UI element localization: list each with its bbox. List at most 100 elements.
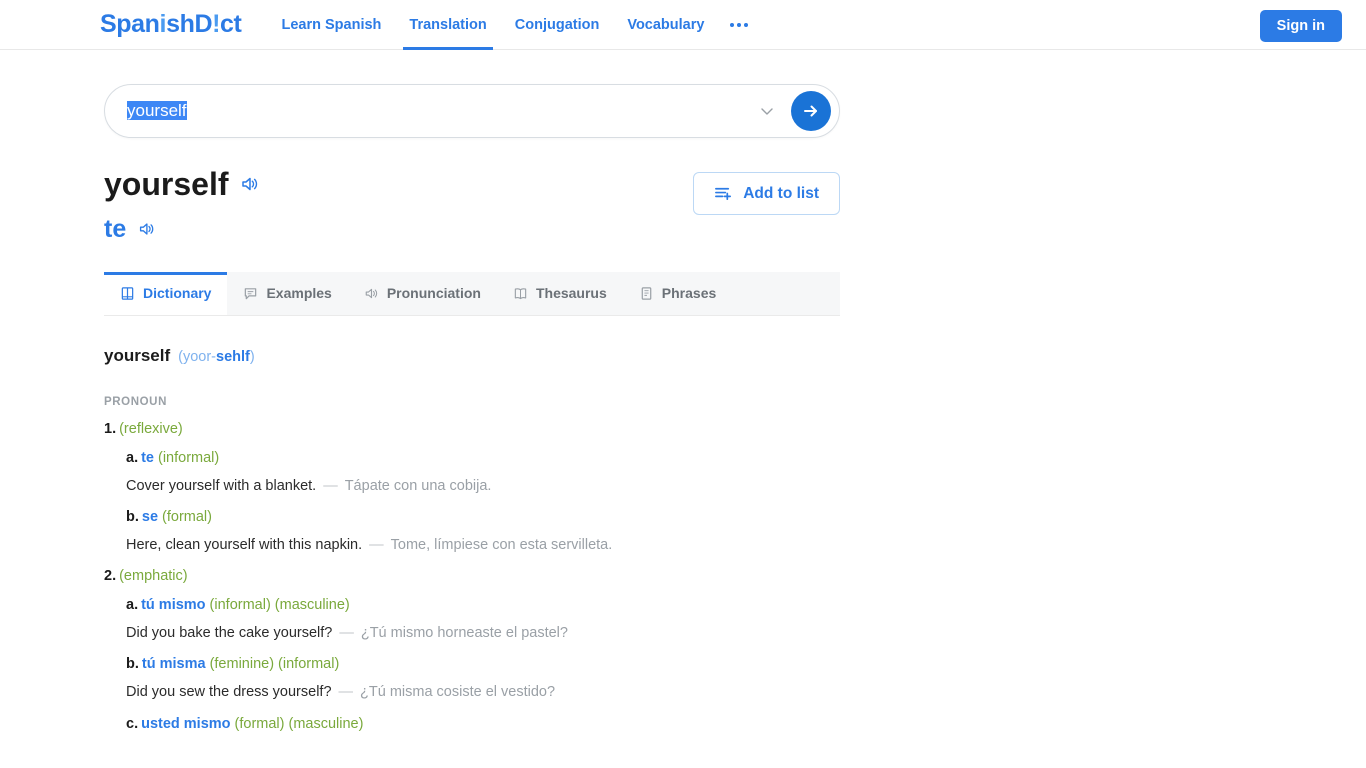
subsense-heading: a. te (informal) xyxy=(126,450,864,466)
speech-bubble-icon xyxy=(245,287,257,299)
nav-label: Vocabulary xyxy=(627,16,705,33)
nav-label: Translation xyxy=(409,16,487,33)
sense-block: 1. (reflexive) a. te (informal) Cover yours… xyxy=(104,421,864,556)
example-english: Cover yourself with a blanket. xyxy=(126,477,317,494)
headword-english: yourself xyxy=(104,166,693,203)
sense-heading: 1. (reflexive) xyxy=(104,421,864,437)
subsense-heading: a. tú mismo (informal) (masculine) xyxy=(126,597,864,613)
subsense-heading: c. usted mismo (formal) (masculine) xyxy=(126,716,864,732)
subsense-heading: b. tú misma (feminine) (informal) xyxy=(126,656,864,672)
sense-number: 1. xyxy=(104,420,117,437)
example-dash: — xyxy=(339,625,354,642)
search-submit-button[interactable] xyxy=(791,91,831,131)
example-spanish: ¿Tú misma cosiste el vestido? xyxy=(360,684,556,701)
example-spanish: ¿Tú mismo horneaste el pastel? xyxy=(360,625,568,642)
tab-label: Phrases xyxy=(661,285,717,302)
sign-in-button[interactable]: Sign in xyxy=(1259,10,1342,42)
example-dash: — xyxy=(323,477,338,494)
tab-thesaurus[interactable]: Thesaurus xyxy=(497,272,623,315)
add-to-list-label: Add to list xyxy=(743,184,819,202)
tab-phrases[interactable]: Phrases xyxy=(623,272,732,315)
subsense-letter: a. xyxy=(126,449,139,466)
example-dash: — xyxy=(338,684,354,701)
subsense-letter: b. xyxy=(126,508,139,525)
speaker-icon xyxy=(365,288,377,298)
tab-label: Examples xyxy=(266,285,332,302)
sense-number: 2. xyxy=(104,568,117,585)
subsense-translation[interactable]: tú mismo xyxy=(141,597,205,613)
headword-spanish: te xyxy=(104,215,693,244)
pron-open: (yoor- xyxy=(178,348,217,365)
subsense-register: (informal) (masculine) xyxy=(209,597,350,614)
sense-context: (emphatic) xyxy=(119,568,188,585)
part-of-speech-label: PRONOUN xyxy=(104,395,167,408)
chevron-down-icon[interactable] xyxy=(759,103,775,119)
subsense-block: a. tú mismo (informal) (masculine) Did you… xyxy=(104,597,864,643)
example-row: Did you sew the dress yourself? — ¿Tú mism… xyxy=(126,682,864,702)
subsense-register: (informal) xyxy=(158,449,220,466)
search-bar[interactable]: yourself xyxy=(104,84,840,138)
tab-label: Thesaurus xyxy=(535,285,607,302)
subsense-block: b. tú misma (feminine) (informal) Did you … xyxy=(104,656,864,702)
sense-block: 2. (emphatic) a. tú mismo (informal) (mascu… xyxy=(104,568,864,732)
subsense-block: a. te (informal) Cover yourself with a bla… xyxy=(104,450,864,496)
subsense-translation[interactable]: se xyxy=(142,509,158,525)
headword-english-text: yourself xyxy=(104,166,229,202)
main-navigation: Learn Spanish Translation Conjugation Vo… xyxy=(267,0,760,50)
tab-dictionary[interactable]: Dictionary xyxy=(104,271,228,315)
nav-label: Learn Spanish xyxy=(281,16,382,33)
subsense-translation[interactable]: te xyxy=(141,450,154,466)
content-tabs: Dictionary Examples Pronunciation Thesau… xyxy=(104,271,840,316)
subsense-heading: b. se (formal) xyxy=(126,509,864,525)
page-content: yourself yourself te Add to list Diction… xyxy=(0,84,1366,732)
search-input[interactable]: yourself xyxy=(127,101,759,121)
entry-pronunciation: (yoor-sehlf) xyxy=(178,349,255,365)
entry-headword: yourself xyxy=(104,345,171,365)
subsense-translation[interactable]: usted mismo xyxy=(141,716,230,732)
site-logo[interactable]: SpanishD!ct xyxy=(100,10,242,39)
example-english: Did you bake the cake yourself? xyxy=(126,625,333,642)
speaker-icon[interactable] xyxy=(137,220,155,238)
subsense-block: b. se (formal) Here, clean yourself with t… xyxy=(104,509,864,555)
example-spanish: Tome, límpiese con esta servilleta. xyxy=(390,536,613,553)
subsense-translation[interactable]: tú misma xyxy=(142,656,206,672)
nav-item-learn-spanish[interactable]: Learn Spanish xyxy=(267,0,395,50)
example-english: Did you sew the dress yourself? xyxy=(126,684,332,701)
nav-item-vocabulary[interactable]: Vocabulary xyxy=(613,0,718,50)
example-row: Did you bake the cake yourself? — ¿Tú mism… xyxy=(126,623,864,643)
example-spanish: Tápate con una cobija. xyxy=(344,477,492,494)
sense-heading: 2. (emphatic) xyxy=(104,568,864,584)
tab-examples[interactable]: Examples xyxy=(227,272,347,315)
book-icon xyxy=(121,286,134,300)
ellipsis-icon[interactable] xyxy=(718,0,760,50)
speaker-icon[interactable] xyxy=(239,174,259,194)
subsense-letter: c. xyxy=(126,715,139,732)
list-plus-icon xyxy=(715,187,732,201)
dictionary-entry: yourself (yoor-sehlf) PRONOUN 1. (reflexiv… xyxy=(104,346,864,732)
site-header: SpanishD!ct Learn Spanish Translation Co… xyxy=(0,0,1366,50)
subsense-block: c. usted mismo (formal) (masculine) xyxy=(104,716,864,732)
sense-context: (reflexive) xyxy=(119,420,183,437)
headword-section: yourself te Add to list xyxy=(104,166,840,244)
arrow-right-icon xyxy=(804,105,817,117)
search-input-value: yourself xyxy=(127,101,187,120)
subsense-letter: a. xyxy=(126,597,139,614)
document-icon xyxy=(641,286,652,300)
add-to-list-button[interactable]: Add to list xyxy=(693,172,840,215)
subsense-register: (formal) xyxy=(162,508,212,525)
tab-label: Dictionary xyxy=(143,285,212,302)
example-english: Here, clean yourself with this napkin. xyxy=(126,536,363,553)
example-row: Cover yourself with a blanket. — Tápate co… xyxy=(126,476,864,496)
headword-block: yourself te xyxy=(104,166,693,244)
nav-item-conjugation[interactable]: Conjugation xyxy=(501,0,614,50)
subsense-letter: b. xyxy=(126,656,139,673)
tab-pronunciation[interactable]: Pronunciation xyxy=(348,272,497,315)
pron-close: ) xyxy=(249,348,255,365)
nav-item-translation[interactable]: Translation xyxy=(395,0,500,50)
headword-spanish-text: te xyxy=(104,214,127,243)
subsense-register: (formal) (masculine) xyxy=(234,715,364,732)
subsense-register: (feminine) (informal) xyxy=(209,656,340,673)
entry-headword-row: yourself (yoor-sehlf) xyxy=(104,346,864,366)
pron-stress: sehlf xyxy=(216,348,250,365)
example-row: Here, clean yourself with this napkin. — T… xyxy=(126,535,864,555)
